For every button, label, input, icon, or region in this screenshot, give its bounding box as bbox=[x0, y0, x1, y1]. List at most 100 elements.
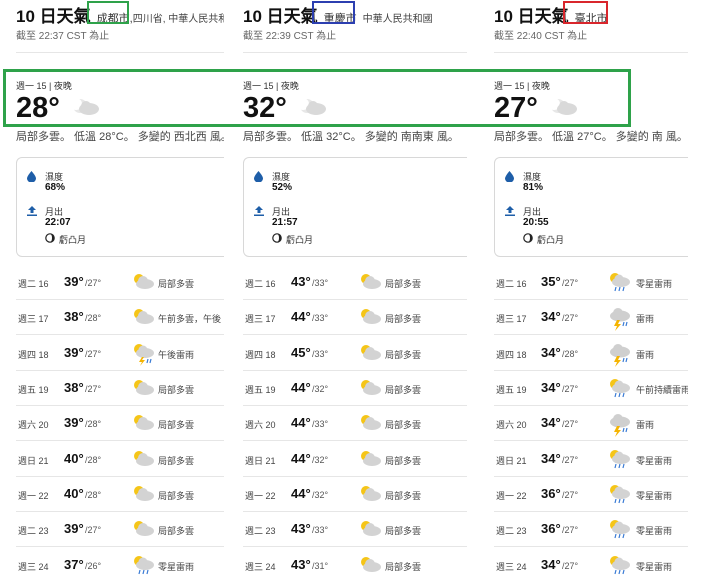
forecast-condition: 午前持續雷雨 bbox=[636, 385, 688, 395]
forecast-condition: 零星雷雨 bbox=[636, 456, 673, 466]
forecast-day: 週二 23 bbox=[18, 526, 49, 536]
forecast-high: 38° bbox=[64, 380, 84, 395]
forecast-high: 34° bbox=[541, 557, 561, 572]
forecast-low: /27° bbox=[562, 561, 579, 571]
forecast-row[interactable]: 週三 24 43°/31° 局部多雲 bbox=[243, 548, 467, 580]
moon-phase-label: 虧凸月 bbox=[59, 235, 87, 245]
forecast-low: /27° bbox=[562, 384, 579, 394]
forecast-high: 43° bbox=[291, 557, 311, 572]
row-divider bbox=[16, 334, 224, 335]
forecast-high: 44° bbox=[291, 486, 311, 501]
forecast-low: /33° bbox=[312, 313, 329, 323]
updated-time: 截至 22:37 CST 為止 bbox=[16, 31, 110, 42]
forecast-row[interactable]: 週五 19 34°/27° 午前持續雷雨 bbox=[494, 371, 688, 406]
rain-sun-icon bbox=[610, 485, 630, 504]
forecast-row[interactable]: 週日 21 34°/27° 零星雷雨 bbox=[494, 442, 688, 477]
forecast-condition: 零星雷雨 bbox=[636, 279, 673, 289]
current-description: 局部多雲。 低溫 28°C。 多變的 西北西 風。 bbox=[16, 131, 224, 143]
forecast-row[interactable]: 週六 20 44°/33° 局部多雲 bbox=[243, 406, 467, 441]
rain-sun-icon bbox=[610, 379, 630, 398]
forecast-row[interactable]: 週三 17 38°/28° 午前多雲，午後 bbox=[16, 300, 224, 335]
row-divider bbox=[243, 546, 467, 547]
forecast-row[interactable]: 週日 21 44°/32° 局部多雲 bbox=[243, 442, 467, 477]
humidity-icon bbox=[254, 171, 263, 182]
row-divider bbox=[494, 440, 688, 441]
forecast-row[interactable]: 週三 17 44°/33° 局部多雲 bbox=[243, 300, 467, 335]
forecast-low: /28° bbox=[562, 349, 579, 359]
divider bbox=[494, 52, 688, 53]
forecast-row[interactable]: 週二 23 43°/33° 局部多雲 bbox=[243, 512, 467, 547]
forecast-row[interactable]: 週二 23 39°/27° 局部多雲 bbox=[16, 512, 224, 547]
forecast-row[interactable]: 週六 20 34°/27° 雷雨 bbox=[494, 406, 688, 441]
forecast-day: 週五 19 bbox=[245, 385, 276, 395]
partly-cloudy-icon bbox=[134, 380, 154, 395]
forecast-high: 38° bbox=[64, 309, 84, 324]
forecast-day: 週二 23 bbox=[245, 526, 276, 536]
forecast-low: /27° bbox=[562, 278, 579, 288]
forecast-high: 39° bbox=[64, 274, 84, 289]
forecast-row[interactable]: 週二 16 39°/27° 局部多雲 bbox=[16, 265, 224, 300]
forecast-row[interactable]: 週二 16 35°/27° 零星雷雨 bbox=[494, 265, 688, 300]
forecast-row[interactable]: 週三 24 34°/27° 零星雷雨 bbox=[494, 548, 688, 580]
current-description: 局部多雲。 低溫 32°C。 多變的 南南東 風。 bbox=[243, 131, 459, 143]
forecast-low: /27° bbox=[562, 490, 579, 500]
details-card: 濕度 68% 月出 22:07 虧凸月 bbox=[16, 157, 224, 257]
location-highlight-taipei bbox=[563, 1, 608, 24]
forecast-condition: 雷雨 bbox=[636, 350, 655, 360]
forecast-day: 週日 21 bbox=[245, 456, 276, 466]
forecast-row[interactable]: 週三 17 34°/27° 雷雨 bbox=[494, 300, 688, 335]
forecast-high: 45° bbox=[291, 345, 311, 360]
forecast-high: 39° bbox=[64, 521, 84, 536]
forecast-row[interactable]: 週二 16 43°/33° 局部多雲 bbox=[243, 265, 467, 300]
forecast-row[interactable]: 週四 18 45°/33° 局部多雲 bbox=[243, 336, 467, 371]
forecast-title: 10 日天氣 bbox=[494, 7, 569, 26]
forecast-low: /32° bbox=[312, 455, 329, 465]
forecast-row[interactable]: 週一 22 44°/32° 局部多雲 bbox=[243, 477, 467, 512]
forecast-high: 36° bbox=[541, 486, 561, 501]
forecast-high: 39° bbox=[64, 345, 84, 360]
forecast-row[interactable]: 週五 19 44°/32° 局部多雲 bbox=[243, 371, 467, 406]
forecast-low: /28° bbox=[85, 490, 102, 500]
forecast-row[interactable]: 週日 21 40°/28° 局部多雲 bbox=[16, 442, 224, 477]
moonrise-value: 21:57 bbox=[272, 217, 298, 228]
row-divider bbox=[16, 546, 224, 547]
row-divider bbox=[243, 440, 467, 441]
forecast-low: /28° bbox=[85, 455, 102, 465]
forecast-high: 43° bbox=[291, 521, 311, 536]
forecast-low: /33° bbox=[312, 278, 329, 288]
forecast-row[interactable]: 週四 18 39°/27° 午後雷雨 bbox=[16, 336, 224, 371]
forecast-condition: 局部多雲 bbox=[385, 456, 422, 466]
partly-cloudy-icon bbox=[134, 274, 154, 289]
forecast-condition: 局部多雲 bbox=[385, 350, 422, 360]
forecast-high: 40° bbox=[64, 451, 84, 466]
forecast-low: /26° bbox=[85, 561, 102, 571]
forecast-low: /28° bbox=[85, 419, 102, 429]
updated-time: 截至 22:40 CST 為止 bbox=[494, 31, 588, 42]
forecast-row[interactable]: 週五 19 38°/27° 局部多雲 bbox=[16, 371, 224, 406]
forecast-low: /27° bbox=[562, 455, 579, 465]
forecast-row[interactable]: 週四 18 34°/28° 雷雨 bbox=[494, 336, 688, 371]
forecast-day: 週三 17 bbox=[18, 314, 49, 324]
rain-sun-icon bbox=[134, 556, 154, 575]
forecast-high: 34° bbox=[541, 345, 561, 360]
forecast-high: 35° bbox=[541, 274, 561, 289]
forecast-row[interactable]: 週六 20 39°/28° 局部多雲 bbox=[16, 406, 224, 441]
forecast-day: 週二 16 bbox=[18, 279, 49, 289]
forecast-condition: 零星雷雨 bbox=[158, 562, 195, 572]
forecast-day: 週二 23 bbox=[496, 526, 527, 536]
details-card: 濕度 52% 月出 21:57 虧凸月 bbox=[243, 157, 467, 257]
forecast-row[interactable]: 週一 22 36°/27° 零星雷雨 bbox=[494, 477, 688, 512]
forecast-row[interactable]: 週三 24 37°/26° 零星雷雨 bbox=[16, 548, 224, 580]
forecast-condition: 局部多雲 bbox=[158, 526, 195, 536]
forecast-day: 週五 19 bbox=[18, 385, 49, 395]
forecast-day: 週三 17 bbox=[496, 314, 527, 324]
forecast-row[interactable]: 週二 23 36°/27° 零星雷雨 bbox=[494, 512, 688, 547]
forecast-day: 週四 18 bbox=[496, 350, 527, 360]
partly-cloudy-icon bbox=[134, 415, 154, 430]
forecast-row[interactable]: 週一 22 40°/28° 局部多雲 bbox=[16, 477, 224, 512]
updated-time: 截至 22:39 CST 為止 bbox=[243, 31, 337, 42]
forecast-day: 週日 21 bbox=[496, 456, 527, 466]
forecast-high: 34° bbox=[541, 309, 561, 324]
forecast-low: /31° bbox=[312, 561, 329, 571]
forecast-condition: 局部多雲 bbox=[158, 456, 195, 466]
